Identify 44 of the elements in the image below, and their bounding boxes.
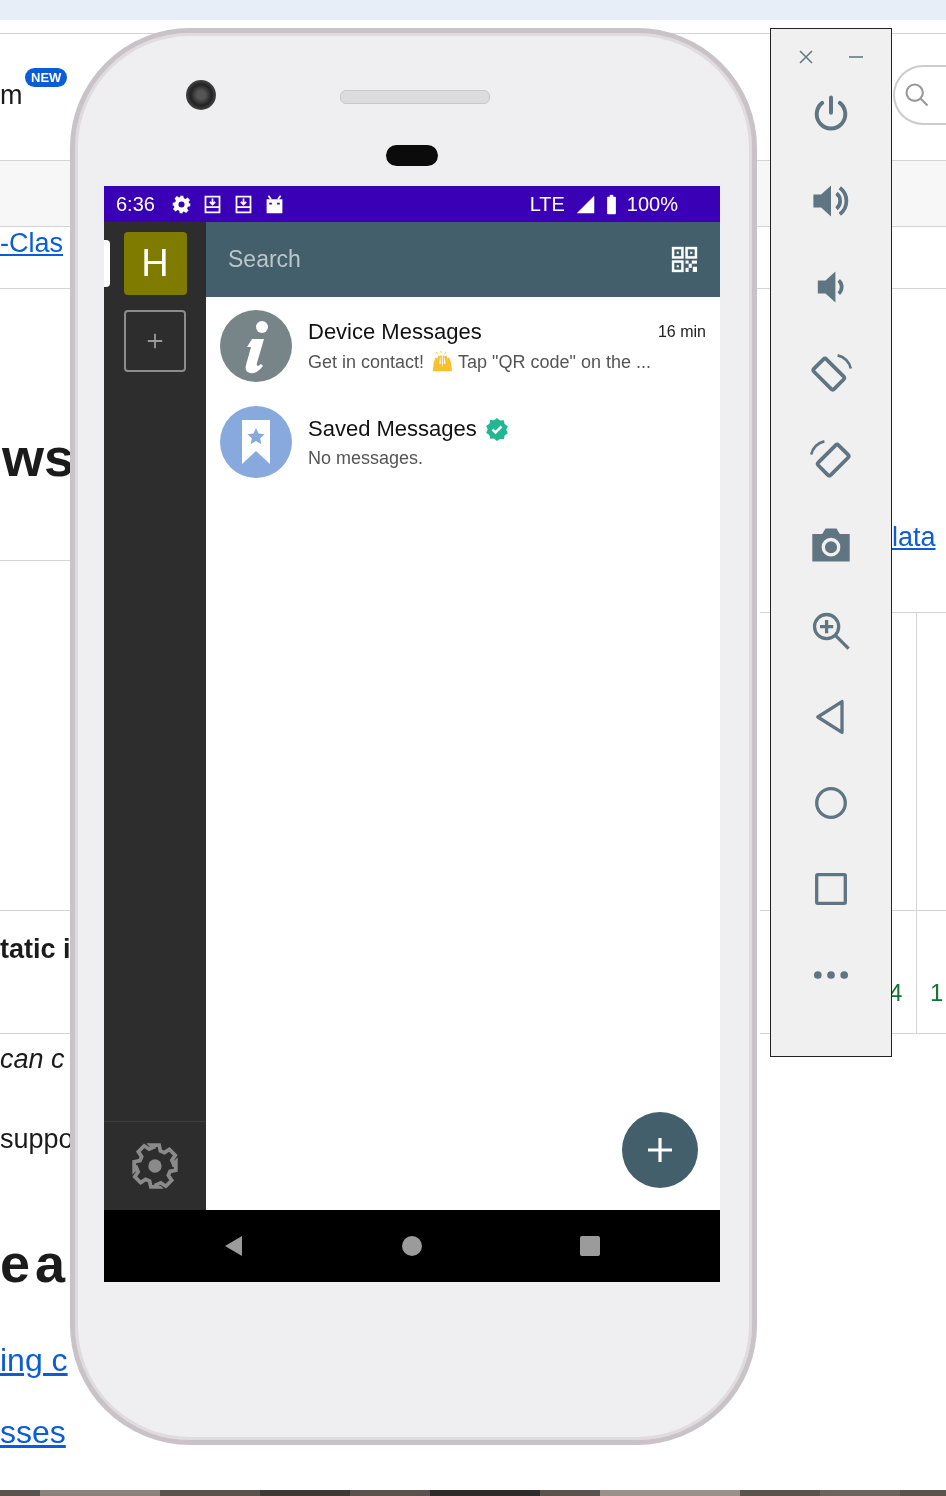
search-icon [903,81,931,109]
page-heading: e a [0,1232,66,1295]
page-link[interactable]: sses [0,1412,66,1452]
page-link[interactable]: -Clas [0,226,63,260]
page-text: can c [0,1043,65,1076]
close-icon[interactable] [798,49,814,65]
earpiece [386,145,438,166]
page-text: tatic i [0,933,71,966]
camera-lens [186,80,216,110]
settings-icon[interactable] [130,1141,180,1191]
info-avatar-icon [220,310,292,382]
message-preview: Get in contact! [308,351,425,373]
bookmark-avatar-icon [220,406,292,478]
gear-icon [170,193,192,215]
rotate-left-icon[interactable] [809,351,853,395]
home-icon[interactable] [400,1234,424,1258]
page-text: suppo [0,1123,74,1156]
plus-icon [146,332,164,350]
chat-title: Saved Messages [308,415,477,442]
plus-icon [645,1135,675,1165]
chat-item[interactable]: Device Messages 16 min Get in contact! Tap "QR code" on the ... [206,309,720,405]
clock-text: 6:36 [116,192,155,216]
account-avatar[interactable]: H [123,232,187,295]
network-text: LTE [529,192,565,216]
search-header[interactable]: Search [206,222,720,297]
page-text: m [0,79,23,112]
add-account-button[interactable] [124,310,186,372]
new-badge: NEW [25,68,68,87]
page-heading: ws [2,426,75,489]
battery-text: 100% [626,192,678,216]
rotate-right-icon[interactable] [809,437,853,481]
chat-item[interactable]: Saved Messages No messages. [206,405,720,501]
qr-code-icon[interactable] [671,246,698,273]
message-preview: No messages. [308,447,424,469]
search-field[interactable]: Search [228,242,661,277]
chat-title: Device Messages [308,319,482,345]
page-link[interactable]: lata [892,520,936,554]
table-number: 1 [930,978,944,1008]
raised-hands-icon [430,351,453,373]
recents-icon[interactable] [578,1234,602,1258]
message-preview: Tap "QR code" on the ... [458,351,651,373]
battery-icon [605,193,617,215]
chat-time: 16 min [657,323,706,341]
page-link[interactable]: ing c [0,1340,68,1380]
